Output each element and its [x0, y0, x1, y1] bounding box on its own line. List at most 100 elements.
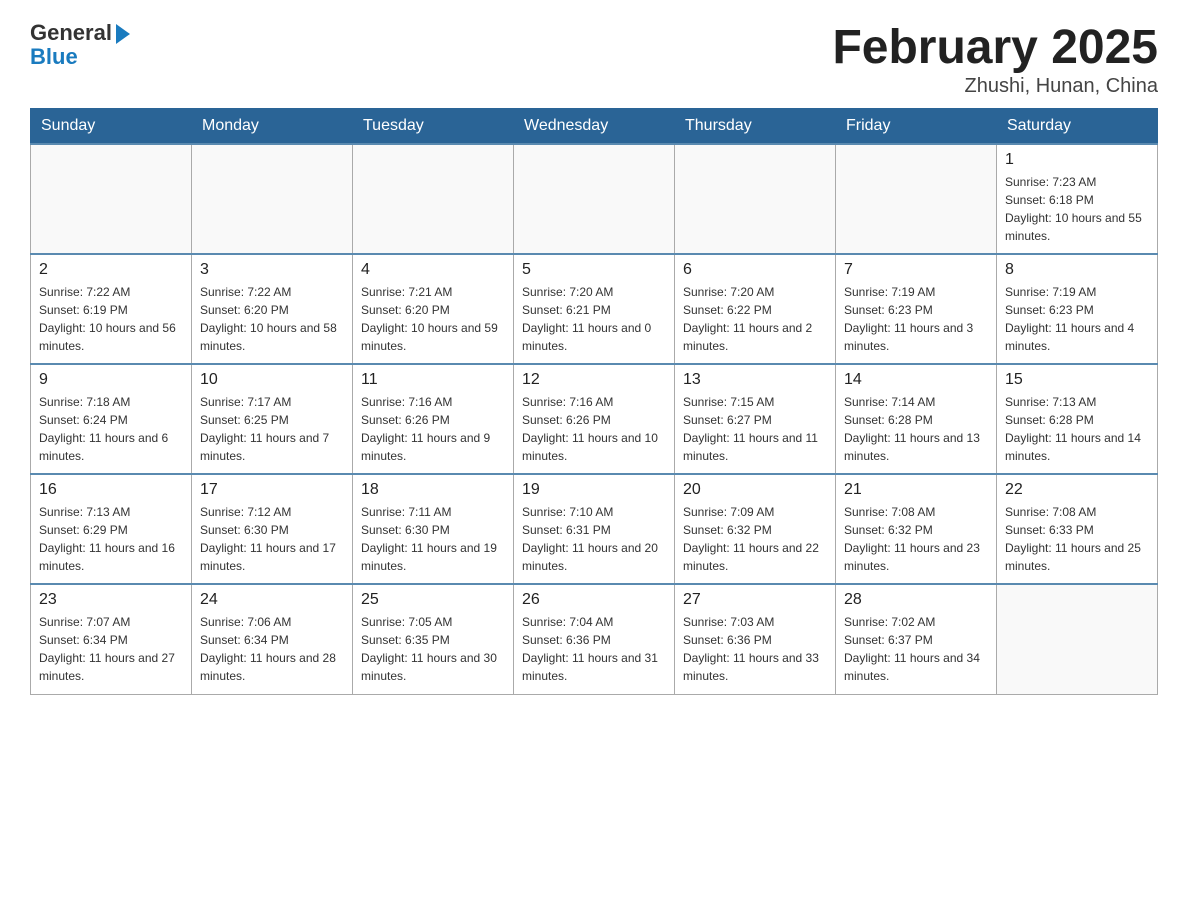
day-of-week-header: Monday	[192, 109, 353, 145]
header-row: SundayMondayTuesdayWednesdayThursdayFrid…	[31, 109, 1158, 145]
calendar-cell: 22 Sunrise: 7:08 AMSunset: 6:33 PMDayligh…	[997, 474, 1158, 584]
calendar-cell: 23Sunrise: 7:07 AMSunset: 6:34 PMDayligh…	[31, 584, 192, 694]
logo: General Blue	[30, 20, 130, 70]
day-info: Sunrise: 7:08 AMSunset: 6:33 PMDaylight:…	[1005, 503, 1149, 575]
day-info: Sunrise: 7:20 AMSunset: 6:22 PMDaylight:…	[683, 283, 827, 355]
calendar-cell: 9Sunrise: 7:18 AMSunset: 6:24 PMDaylight…	[31, 364, 192, 474]
calendar-cell	[31, 144, 192, 254]
day-info: Sunrise: 7:23 AMSunset: 6:18 PMDaylight:…	[1005, 173, 1149, 245]
day-number: 18	[361, 481, 505, 499]
calendar-cell: 7 Sunrise: 7:19 AMSunset: 6:23 PMDaylight…	[836, 254, 997, 364]
day-info: Sunrise: 7:03 AMSunset: 6:36 PMDaylight:…	[683, 613, 827, 685]
day-number: 3	[200, 261, 344, 279]
calendar-cell: 11Sunrise: 7:16 AMSunset: 6:26 PMDayligh…	[353, 364, 514, 474]
day-info: Sunrise: 7:13 AMSunset: 6:29 PMDaylight:…	[39, 503, 183, 575]
calendar-cell	[514, 144, 675, 254]
calendar-cell: 12 Sunrise: 7:16 AMSunset: 6:26 PMDayligh…	[514, 364, 675, 474]
calendar-cell: 19 Sunrise: 7:10 AMSunset: 6:31 PMDayligh…	[514, 474, 675, 584]
day-number: 11	[361, 371, 505, 389]
calendar-cell	[836, 144, 997, 254]
day-info: Sunrise: 7:13 AMSunset: 6:28 PMDaylight:…	[1005, 393, 1149, 465]
calendar-cell	[997, 584, 1158, 694]
calendar-cell: 8 Sunrise: 7:19 AMSunset: 6:23 PMDaylight…	[997, 254, 1158, 364]
day-info: Sunrise: 7:20 AMSunset: 6:21 PMDaylight:…	[522, 283, 666, 355]
calendar-cell: 21Sunrise: 7:08 AMSunset: 6:32 PMDayligh…	[836, 474, 997, 584]
day-of-week-header: Sunday	[31, 109, 192, 145]
day-info: Sunrise: 7:09 AMSunset: 6:32 PMDaylight:…	[683, 503, 827, 575]
day-number: 28	[844, 591, 988, 609]
calendar-cell: 14Sunrise: 7:14 AMSunset: 6:28 PMDayligh…	[836, 364, 997, 474]
calendar-cell: 10 Sunrise: 7:17 AMSunset: 6:25 PMDayligh…	[192, 364, 353, 474]
calendar-cell: 27 Sunrise: 7:03 AMSunset: 6:36 PMDayligh…	[675, 584, 836, 694]
calendar-table: SundayMondayTuesdayWednesdayThursdayFrid…	[30, 108, 1158, 695]
day-info: Sunrise: 7:22 AMSunset: 6:19 PMDaylight:…	[39, 283, 183, 355]
calendar-cell	[675, 144, 836, 254]
calendar-title: February 2025	[832, 20, 1158, 75]
calendar-cell: 2 Sunrise: 7:22 AMSunset: 6:19 PMDaylight…	[31, 254, 192, 364]
day-number: 5	[522, 261, 666, 279]
day-info: Sunrise: 7:16 AMSunset: 6:26 PMDaylight:…	[522, 393, 666, 465]
logo-general-text: General	[30, 20, 112, 46]
calendar-cell: 18Sunrise: 7:11 AMSunset: 6:30 PMDayligh…	[353, 474, 514, 584]
day-number: 7	[844, 261, 988, 279]
calendar-week-row: 2 Sunrise: 7:22 AMSunset: 6:19 PMDaylight…	[31, 254, 1158, 364]
day-number: 25	[361, 591, 505, 609]
calendar-week-row: 16 Sunrise: 7:13 AMSunset: 6:29 PMDayligh…	[31, 474, 1158, 584]
calendar-cell	[353, 144, 514, 254]
calendar-week-row: 9Sunrise: 7:18 AMSunset: 6:24 PMDaylight…	[31, 364, 1158, 474]
day-info: Sunrise: 7:22 AMSunset: 6:20 PMDaylight:…	[200, 283, 344, 355]
calendar-cell: 6 Sunrise: 7:20 AMSunset: 6:22 PMDaylight…	[675, 254, 836, 364]
day-number: 13	[683, 371, 827, 389]
day-info: Sunrise: 7:12 AMSunset: 6:30 PMDaylight:…	[200, 503, 344, 575]
day-info: Sunrise: 7:17 AMSunset: 6:25 PMDaylight:…	[200, 393, 344, 465]
page-header: General Blue February 2025 Zhushi, Hunan…	[30, 20, 1158, 98]
day-number: 15	[1005, 371, 1149, 389]
day-number: 19	[522, 481, 666, 499]
day-number: 6	[683, 261, 827, 279]
calendar-cell: 13 Sunrise: 7:15 AMSunset: 6:27 PMDayligh…	[675, 364, 836, 474]
calendar-cell: 25 Sunrise: 7:05 AMSunset: 6:35 PMDayligh…	[353, 584, 514, 694]
calendar-week-row: 1Sunrise: 7:23 AMSunset: 6:18 PMDaylight…	[31, 144, 1158, 254]
calendar-cell: 26 Sunrise: 7:04 AMSunset: 6:36 PMDayligh…	[514, 584, 675, 694]
day-number: 4	[361, 261, 505, 279]
day-number: 23	[39, 591, 183, 609]
day-info: Sunrise: 7:15 AMSunset: 6:27 PMDaylight:…	[683, 393, 827, 465]
day-info: Sunrise: 7:06 AMSunset: 6:34 PMDaylight:…	[200, 613, 344, 685]
day-info: Sunrise: 7:21 AMSunset: 6:20 PMDaylight:…	[361, 283, 505, 355]
day-number: 10	[200, 371, 344, 389]
day-info: Sunrise: 7:18 AMSunset: 6:24 PMDaylight:…	[39, 393, 183, 465]
calendar-week-row: 23Sunrise: 7:07 AMSunset: 6:34 PMDayligh…	[31, 584, 1158, 694]
day-of-week-header: Friday	[836, 109, 997, 145]
calendar-cell: 5 Sunrise: 7:20 AMSunset: 6:21 PMDaylight…	[514, 254, 675, 364]
day-of-week-header: Tuesday	[353, 109, 514, 145]
day-number: 16	[39, 481, 183, 499]
day-number: 8	[1005, 261, 1149, 279]
day-number: 26	[522, 591, 666, 609]
calendar-cell: 20 Sunrise: 7:09 AMSunset: 6:32 PMDayligh…	[675, 474, 836, 584]
calendar-cell: 3 Sunrise: 7:22 AMSunset: 6:20 PMDaylight…	[192, 254, 353, 364]
day-info: Sunrise: 7:02 AMSunset: 6:37 PMDaylight:…	[844, 613, 988, 685]
calendar-cell: 16 Sunrise: 7:13 AMSunset: 6:29 PMDayligh…	[31, 474, 192, 584]
day-number: 22	[1005, 481, 1149, 499]
title-block: February 2025 Zhushi, Hunan, China	[832, 20, 1158, 98]
day-info: Sunrise: 7:19 AMSunset: 6:23 PMDaylight:…	[844, 283, 988, 355]
day-number: 27	[683, 591, 827, 609]
logo-blue-text: Blue	[30, 44, 78, 70]
day-number: 20	[683, 481, 827, 499]
day-number: 2	[39, 261, 183, 279]
calendar-cell: 24 Sunrise: 7:06 AMSunset: 6:34 PMDayligh…	[192, 584, 353, 694]
calendar-cell	[192, 144, 353, 254]
calendar-cell: 17Sunrise: 7:12 AMSunset: 6:30 PMDayligh…	[192, 474, 353, 584]
day-of-week-header: Saturday	[997, 109, 1158, 145]
day-info: Sunrise: 7:05 AMSunset: 6:35 PMDaylight:…	[361, 613, 505, 685]
day-of-week-header: Wednesday	[514, 109, 675, 145]
day-number: 21	[844, 481, 988, 499]
logo-triangle-icon	[116, 24, 130, 44]
day-info: Sunrise: 7:10 AMSunset: 6:31 PMDaylight:…	[522, 503, 666, 575]
day-info: Sunrise: 7:19 AMSunset: 6:23 PMDaylight:…	[1005, 283, 1149, 355]
day-number: 24	[200, 591, 344, 609]
calendar-cell: 28 Sunrise: 7:02 AMSunset: 6:37 PMDayligh…	[836, 584, 997, 694]
day-number: 12	[522, 371, 666, 389]
calendar-cell: 1Sunrise: 7:23 AMSunset: 6:18 PMDaylight…	[997, 144, 1158, 254]
day-info: Sunrise: 7:04 AMSunset: 6:36 PMDaylight:…	[522, 613, 666, 685]
